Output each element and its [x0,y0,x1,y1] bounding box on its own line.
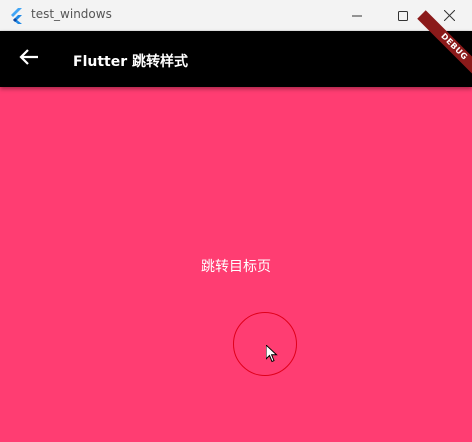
app-bar: Flutter 跳转样式 [0,31,472,87]
click-indicator-ring [233,312,297,376]
app-window: test_windows Flutter 跳转样式 DEBUG 跳转目标页 [0,0,472,442]
flutter-logo-icon [10,8,24,24]
close-icon [443,6,455,25]
maximize-icon [398,6,408,25]
arrow-left-icon [19,48,39,70]
page-title: Flutter 跳转样式 [73,54,188,70]
back-button[interactable] [14,45,44,73]
mouse-cursor-icon [265,343,278,363]
window-title: test_windows [31,7,112,21]
window-titlebar[interactable]: test_windows [0,0,472,31]
body-message: 跳转目标页 [201,259,271,275]
minimize-icon [352,6,362,25]
minimize-button[interactable] [334,0,380,30]
